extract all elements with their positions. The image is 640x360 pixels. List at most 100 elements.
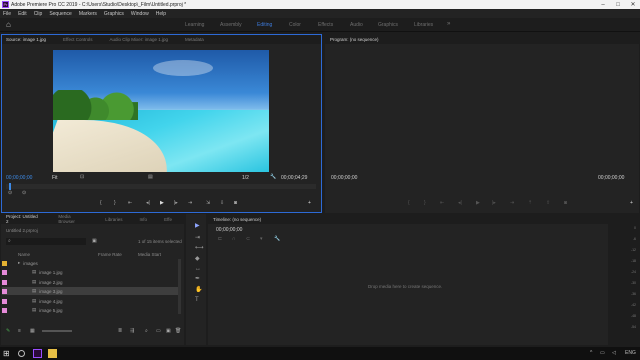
tab-project[interactable]: Project: Untitled 2 [6,214,41,224]
source-scrub-bar[interactable] [6,184,316,189]
menu-file[interactable]: File [3,11,11,17]
nest-icon[interactable]: ⊏ [218,236,222,242]
type-tool-icon[interactable]: T [195,297,201,303]
play-button[interactable]: ▶ [160,200,164,206]
workspace-audio[interactable]: Audio [350,22,363,28]
program-mark-out-button[interactable]: } [424,200,426,206]
file-explorer-icon[interactable] [48,349,57,358]
timeline-timecode[interactable]: 00;00;00;00 [216,227,242,233]
source-add-button-icon[interactable]: + [308,200,311,206]
project-item-row[interactable]: ▤ image 1.jpg [2,268,178,276]
extract-button[interactable]: ⇧ [546,200,550,206]
lock-icon[interactable]: ✎ [6,328,10,334]
tab-program[interactable]: Program: (no sequence) [330,37,379,42]
go-to-out-button[interactable]: ⇥ [188,200,192,206]
zoom-icon[interactable]: ⊡ [80,174,84,180]
settings-icon[interactable]: ▤ [148,174,153,180]
hand-tool-icon[interactable]: ✋ [195,287,202,293]
menu-clip[interactable]: Clip [34,11,43,17]
tab-media-browser[interactable]: Media Browser [58,214,88,224]
program-export-frame-icon[interactable]: ◙ [564,200,567,206]
new-bin-search-icon[interactable]: ▣ [92,238,97,244]
menu-help[interactable]: Help [156,11,166,17]
mark-out-button[interactable]: } [114,200,116,206]
home-icon[interactable]: ⌂ [6,21,14,29]
fit-dropdown[interactable]: Fit [52,175,58,181]
mark-in-icon[interactable]: ⊙ [8,190,12,196]
project-item-row-selected[interactable]: ▤ image 3.jpg [2,287,178,295]
tray-arrow-icon[interactable]: ^ [590,350,592,356]
cortana-icon[interactable] [18,350,25,357]
program-go-to-in-button[interactable]: ⇤ [440,200,444,206]
premiere-taskbar-icon[interactable] [33,349,42,358]
program-play-button[interactable]: ▶ [476,200,480,206]
trash-icon[interactable]: 🗑 [175,328,181,334]
volume-icon[interactable]: ◁ [612,350,616,356]
tab-info[interactable]: Info [140,217,148,222]
step-forward-button[interactable]: |▸ [174,200,178,206]
icon-view-icon[interactable]: ▦ [30,328,35,334]
pen-tool-icon[interactable]: ✒ [195,276,201,282]
close-button[interactable]: ✕ [626,0,640,9]
new-item-icon[interactable]: ▣ [166,328,171,334]
workspace-editing[interactable]: Editing [257,22,272,28]
lift-button[interactable]: ⇡ [528,200,532,206]
zoom-slider[interactable] [42,330,72,332]
track-select-tool-icon[interactable]: ⇥ [195,235,201,241]
menu-markers[interactable]: Markers [79,11,97,17]
go-to-in-button[interactable]: ⇤ [128,200,132,206]
column-frame-rate[interactable]: Frame Rate [98,252,122,257]
find-icon[interactable]: ⌕ [145,328,148,334]
export-frame-icon[interactable]: ◙ [234,200,237,206]
mark-out-icon[interactable]: ⊙ [22,190,26,196]
network-icon[interactable]: ▭ [600,350,605,356]
minimize-button[interactable]: – [596,0,610,9]
project-scrollbar[interactable] [178,259,181,314]
list-view-icon[interactable]: ≡ [18,328,21,334]
source-timecode-in[interactable]: 00;00;00;00 [6,175,32,181]
tab-libraries[interactable]: Libraries [105,217,122,222]
timeline-wrench-icon[interactable]: 🔧 [274,236,280,242]
razor-tool-icon[interactable]: ◆ [195,256,201,262]
source-playhead[interactable] [9,183,12,190]
workspace-learning[interactable]: Learning [185,22,204,28]
workspace-overflow-icon[interactable]: » [447,21,450,27]
linked-selection-icon[interactable]: ⊂ [246,236,250,242]
add-marker-icon[interactable]: ▾ [260,236,263,242]
workspace-effects[interactable]: Effects [318,22,333,28]
tab-effects[interactable]: Effe [164,217,172,222]
wrench-icon[interactable]: 🔧 [270,174,276,180]
workspace-graphics[interactable]: Graphics [378,22,398,28]
program-add-button-icon[interactable]: + [630,200,633,206]
automate-icon[interactable]: ⇶ [130,328,134,334]
menu-edit[interactable]: Edit [18,11,27,17]
workspace-assembly[interactable]: Assembly [220,22,242,28]
language-indicator[interactable]: ENG [625,350,636,356]
selection-tool-icon[interactable]: ▶ [195,223,201,229]
tab-timeline[interactable]: Timeline: (no sequence) [213,217,261,222]
mark-in-button[interactable]: { [100,200,102,206]
snap-icon[interactable]: ∩ [232,236,236,242]
menu-window[interactable]: Window [131,11,149,17]
maximize-button[interactable]: □ [611,0,625,9]
menu-sequence[interactable]: Sequence [49,11,72,17]
project-item-row[interactable]: ▤ image 5.jpg [2,306,178,314]
column-media-start[interactable]: Media Start [138,252,161,257]
menu-graphics[interactable]: Graphics [104,11,124,17]
insert-button[interactable]: ⇲ [206,200,210,206]
ripple-edit-tool-icon[interactable]: ⟷ [195,245,204,251]
step-back-button[interactable]: ◂| [146,200,150,206]
program-step-back-button[interactable]: ◂| [458,200,462,206]
project-item-row[interactable]: ▤ image 2.jpg [2,278,178,286]
column-name[interactable]: Name [18,252,30,257]
sort-icon[interactable]: ≣ [118,328,122,334]
workspace-color[interactable]: Color [289,22,301,28]
project-search-input[interactable]: ⌕ [6,238,86,245]
bin-row[interactable]: ▸ images [2,259,178,267]
workspace-libraries[interactable]: Libraries [414,22,433,28]
program-go-to-out-button[interactable]: ⇥ [510,200,514,206]
windows-start-icon[interactable]: ⊞ [3,349,12,358]
overwrite-button[interactable]: ⇩ [220,200,224,206]
new-bin-icon[interactable]: ▭ [156,328,161,334]
project-item-row[interactable]: ▤ image 4.jpg [2,297,178,305]
